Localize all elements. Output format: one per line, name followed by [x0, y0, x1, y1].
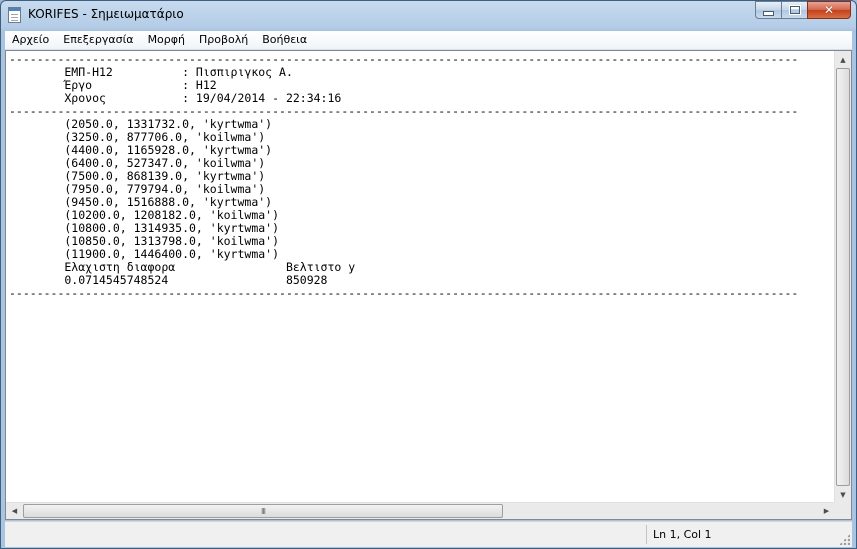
window-title: KORIFES - Σημειωματάριο	[28, 7, 184, 21]
menu-edit[interactable]: Επεξεργασία	[56, 31, 140, 49]
vertical-scroll-thumb[interactable]	[836, 68, 850, 486]
notepad-app-icon[interactable]	[8, 7, 21, 23]
scrollbar-corner	[834, 502, 851, 519]
menu-format[interactable]: Μορφή	[141, 31, 192, 49]
minimize-icon	[763, 10, 774, 16]
text-editor[interactable]: ----------------------------------------…	[5, 50, 852, 520]
document-line[interactable]: (7950.0, 779794.0, 'koilwma')	[9, 182, 265, 196]
close-icon: ✕	[823, 3, 835, 17]
document-line[interactable]: ----------------------------------------…	[9, 286, 798, 300]
document-line[interactable]: Χρονος : 19/04/2014 - 22:34:16	[9, 91, 341, 105]
document-line[interactable]: (10800.0, 1314935.0, 'kyrtwma')	[9, 221, 279, 235]
document-line[interactable]: (9450.0, 1516888.0, 'kyrtwma')	[9, 195, 272, 209]
document-line[interactable]: Ελαχιστη διαφορα Βελτιστο y	[9, 260, 355, 274]
minimize-button[interactable]	[755, 1, 781, 19]
document-line[interactable]: (3250.0, 877706.0, 'koilwma')	[9, 130, 265, 144]
scroll-right-arrow-icon[interactable]: ▶	[818, 503, 835, 519]
title-bar[interactable]: KORIFES - Σημειωματάριο ✕	[1, 1, 856, 29]
cursor-position: Ln 1, Col 1	[653, 528, 712, 541]
document-line[interactable]: (10850.0, 1313798.0, 'koilwma')	[9, 234, 279, 248]
menu-help[interactable]: Βοήθεια	[255, 31, 314, 49]
status-bar: Ln 1, Col 1	[5, 521, 852, 547]
menu-file[interactable]: Αρχείο	[5, 31, 56, 49]
scroll-up-arrow-icon[interactable]: ▲	[835, 51, 851, 68]
status-separator	[646, 525, 647, 544]
document-line[interactable]: (2050.0, 1331732.0, 'kyrtwma')	[9, 117, 272, 131]
scroll-down-arrow-icon[interactable]: ▼	[835, 486, 851, 503]
menu-view[interactable]: Προβολή	[192, 31, 255, 49]
horizontal-scrollbar[interactable]: ◀ III ▶	[6, 502, 835, 519]
text-area[interactable]: ----------------------------------------…	[6, 51, 835, 503]
document-line[interactable]: 0.0714545748524 850928	[9, 273, 327, 287]
document-line[interactable]: ΕΜΠ-Η12 : Πισπιριγκος Α.	[9, 65, 293, 79]
document-text[interactable]: ----------------------------------------…	[6, 51, 835, 300]
document-line[interactable]: (7500.0, 868139.0, 'kyrtwma')	[9, 169, 265, 183]
scroll-left-arrow-icon[interactable]: ◀	[6, 503, 23, 519]
scroll-grip-icon: III	[260, 506, 266, 516]
horizontal-scroll-thumb[interactable]: III	[23, 504, 503, 518]
close-button[interactable]: ✕	[807, 1, 851, 19]
document-line[interactable]: (11900.0, 1446400.0, 'kyrtwma')	[9, 247, 279, 261]
caption-buttons: ✕	[755, 1, 851, 20]
maximize-button[interactable]	[781, 1, 807, 19]
document-line[interactable]: (10200.0, 1208182.0, 'koilwma')	[9, 208, 279, 222]
document-line[interactable]: Έργο : Η12	[9, 78, 216, 92]
document-line[interactable]: ----------------------------------------…	[9, 52, 798, 66]
document-line[interactable]: (4400.0, 1165928.0, 'kyrtwma')	[9, 143, 272, 157]
menu-bar: Αρχείο Επεξεργασία Μορφή Προβολή Βοήθεια	[5, 31, 852, 50]
vertical-scrollbar[interactable]: ▲ ▼	[834, 51, 851, 503]
notepad-window: KORIFES - Σημειωματάριο ✕ Αρχείο Επεξεργ…	[0, 0, 857, 549]
maximize-icon	[788, 5, 801, 15]
document-line[interactable]: ----------------------------------------…	[9, 104, 798, 118]
document-line[interactable]: (6400.0, 527347.0, 'koilwma')	[9, 156, 265, 170]
resize-grip-icon[interactable]	[839, 534, 850, 545]
